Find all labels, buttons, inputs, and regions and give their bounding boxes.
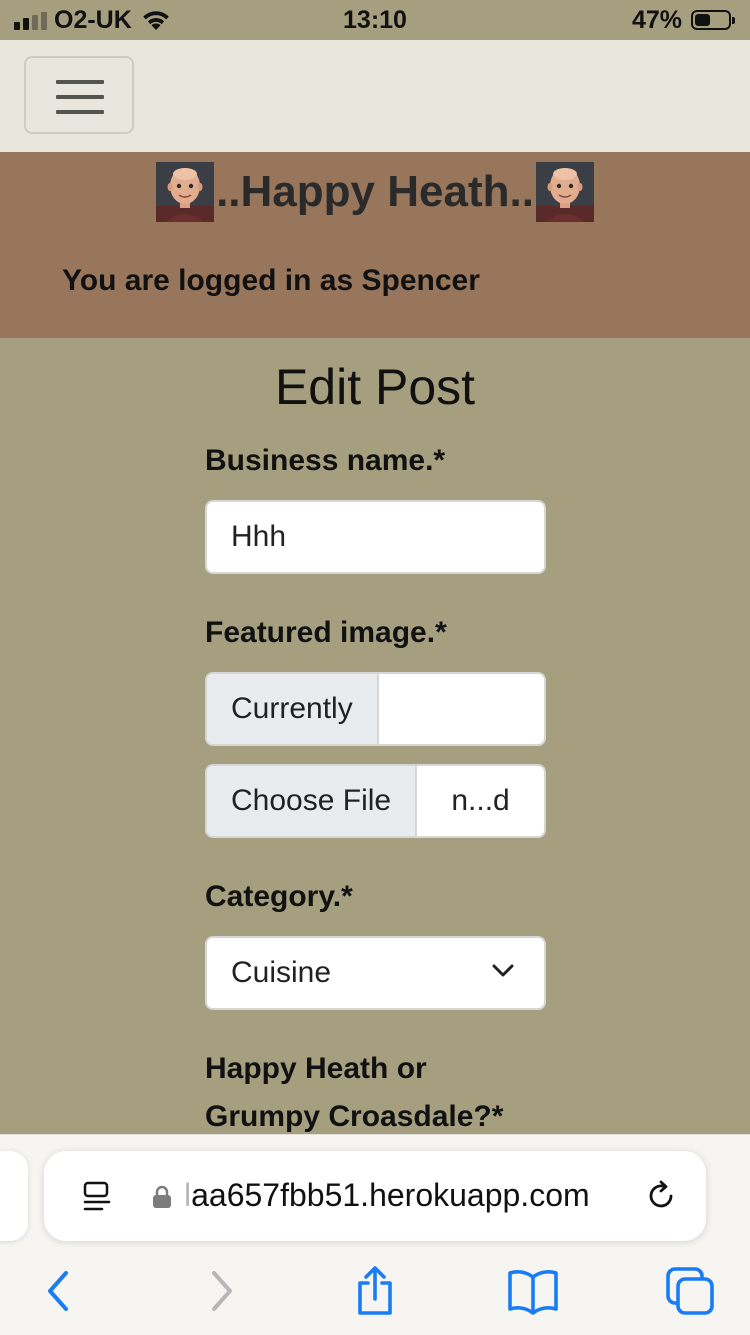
url-domain: aa657fbb51.herokuapp.com [191, 1177, 590, 1213]
battery-percent: 47% [632, 6, 683, 34]
url-text: laa657fbb51.herokuapp.com [184, 1177, 590, 1214]
category-selected-value: Cuisine [231, 956, 332, 989]
battery-fill [695, 14, 710, 26]
battery-icon [691, 10, 735, 30]
back-arrow-icon[interactable] [42, 1265, 76, 1317]
page-title: Edit Post [274, 359, 476, 415]
chevron-down-icon [492, 964, 514, 977]
happy-or-grumpy-label-line2: Grumpy Croasdale?* [205, 1100, 504, 1133]
address-bar[interactable]: laa657fbb51.herokuapp.com [44, 1151, 706, 1241]
browser-toolbar: laa657fbb51.herokuapp.com [0, 1134, 750, 1335]
status-bar: O2-UK 13:10 47% [0, 0, 750, 40]
navbar [0, 40, 750, 152]
share-icon[interactable] [354, 1265, 396, 1317]
forward-arrow-icon[interactable] [204, 1265, 238, 1317]
happy-or-grumpy-label-line1: Happy Heath or [205, 1052, 427, 1085]
category-select[interactable]: Cuisine [205, 936, 546, 1010]
navbar-toggler-button[interactable] [24, 56, 134, 134]
file-input[interactable]: Choose File n...d [205, 764, 546, 838]
currently-label: Currently [207, 674, 379, 744]
chosen-file-name: n...d [451, 784, 510, 817]
bookmarks-icon[interactable] [506, 1265, 560, 1317]
currently-value[interactable] [379, 674, 544, 744]
previous-tab-card[interactable] [0, 1151, 28, 1241]
currently-image-field: Currently [205, 672, 546, 746]
logged-in-status: You are logged in as Spencer [62, 264, 480, 297]
reload-icon[interactable] [644, 1179, 678, 1213]
tabs-icon[interactable] [664, 1265, 716, 1317]
business-name-input[interactable] [205, 500, 546, 574]
avatar-right-icon [535, 162, 594, 222]
choose-file-button[interactable]: Choose File [207, 766, 418, 836]
lock-icon [153, 1185, 171, 1208]
category-label: Category.* [205, 880, 353, 913]
business-name-label: Business name.* [205, 444, 446, 477]
avatar-left-icon [156, 162, 215, 222]
header-banner: ..Happy Heath.. You are logged in as Spe… [0, 152, 750, 338]
reader-mode-icon[interactable] [82, 1181, 112, 1211]
brand-title: ..Happy Heath.. [216, 167, 534, 216]
brand[interactable]: ..Happy Heath.. [0, 162, 750, 222]
featured-image-label: Featured image.* [205, 616, 447, 649]
